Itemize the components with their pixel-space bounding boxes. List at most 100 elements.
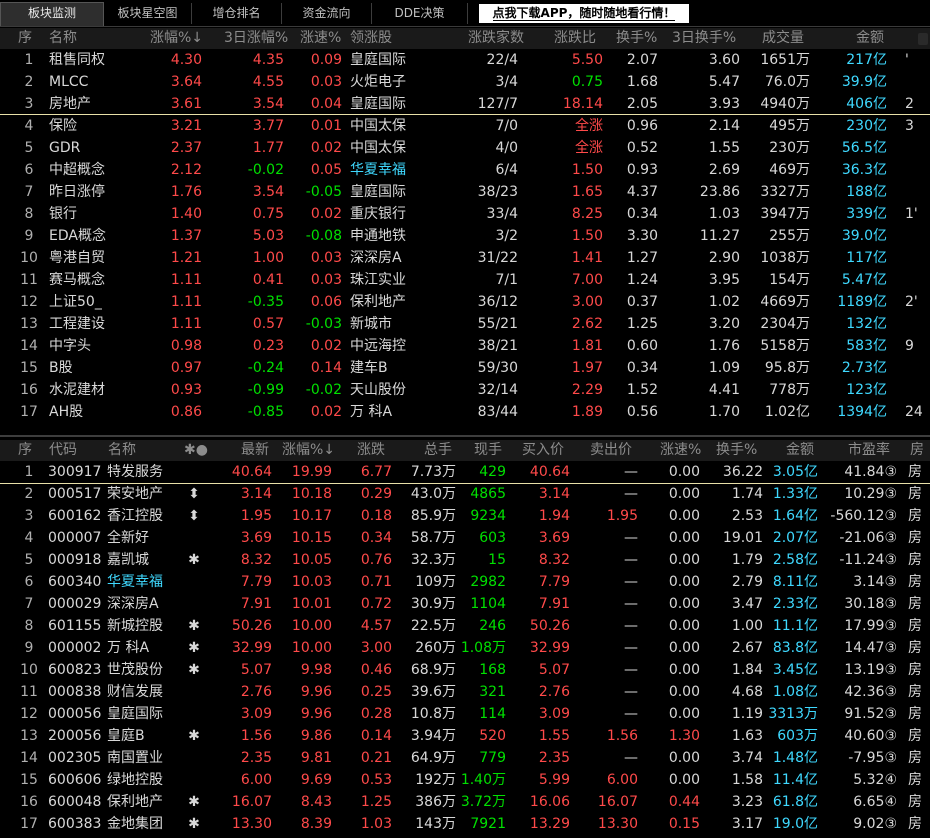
tab-fund-flow[interactable]: 资金流向 [282,3,372,24]
speed: -0.03 [305,316,342,332]
3day-change: 1.77 [252,140,284,156]
col-total-volume[interactable]: 总手 [424,440,452,461]
pe-ratio: -11.24③ [839,552,897,568]
col-speed[interactable]: 涨速% [300,28,341,49]
3day-change: 1.00 [252,250,284,266]
col-3day-turnover[interactable]: 3日换手% [672,28,736,49]
download-app-link[interactable]: 点我下载APP，随时随地看行情！ [479,4,689,23]
stock-row[interactable]: 6 600340 华夏幸福 7.79 10.03 0.71 109万 2982 7.79 — 0.0… [0,571,930,593]
col-change-pct[interactable]: 涨幅%↓ [150,28,203,49]
sector-row[interactable]: 14 中字头 0.98 0.23 0.02 中远海控 38/21 1.81 0.60 1.76 51… [0,335,930,357]
sector-row[interactable]: 3 房地产 3.61 3.54 0.04 皇庭国际 127/7 18.14 2.05 3.93 49… [0,93,930,115]
3day-change: 0.41 [252,272,284,288]
col-bid[interactable]: 买入价 [522,440,564,461]
change-pct: 0.86 [170,404,202,420]
sector-row[interactable]: 2 MLCC 3.64 4.55 0.03 火炬电子 3/4 0.75 1.68 5.47 76.0… [0,71,930,93]
sector-row[interactable]: 10 粤港自贸 1.21 1.00 0.03 深深房A 31/22 1.41 1.27 2.90 1… [0,247,930,269]
stock-row[interactable]: 5 000918 嘉凯城 ✱ 8.32 10.05 0.76 32.3万 15 8.32 — 0.00… [0,549,930,571]
sector-row[interactable]: 4 保险 3.21 3.77 0.01 中国太保 7/0 全涨 0.96 2.14 495万 230亿… [0,115,930,137]
col-amount[interactable]: 金额 [856,28,884,49]
pane-divider[interactable] [0,435,930,437]
col-speed[interactable]: 涨速% [660,440,701,461]
sector-row[interactable]: 7 昨日涨停 1.76 3.54 -0.05 皇庭国际 38/23 1.65 4.37 23.86… [0,181,930,203]
change-pct: 3.61 [170,96,202,112]
col-turnover[interactable]: 换手% [716,440,757,461]
tab-dde-decision[interactable]: DDE决策 [372,3,468,24]
stock-code: 000838 [48,684,102,700]
tab-sector-monitor[interactable]: 板块监测 [0,2,104,26]
col-change-pct[interactable]: 涨幅%↓ [282,440,335,461]
stock-row[interactable]: 15 600606 绿地控股 6.00 9.69 0.53 192万 1.40万 5.99 6.0… [0,769,930,791]
row-index: 15 [20,772,38,788]
ask-price: 13.30 [597,816,638,832]
col-index[interactable]: 序 [18,28,32,49]
stock-row[interactable]: 7 000029 深深房A 7.91 10.01 0.72 30.9万 1104 7.91 — 0.… [0,593,930,615]
col-marker[interactable]: ✱● [184,440,208,461]
stock-row[interactable]: 2 000517 荣安地产 ⬍ 3.14 10.18 0.29 43.0万 4865 3.14 — 0… [0,483,930,505]
col-volume[interactable]: 成交量 [762,28,804,49]
col-up-down-count[interactable]: 涨跌家数 [468,28,524,49]
speed: 0.00 [668,596,700,612]
col-name[interactable]: 名称 [108,440,136,461]
sector-row[interactable]: 17 AH股 0.86 -0.85 0.02 万 科A 83/44 1.89 0.56 1.70 1… [0,401,930,423]
col-3day-change[interactable]: 3日涨幅% [224,28,288,49]
col-sector[interactable]: 房 [910,440,924,461]
total-volume: 3.94万 [410,728,456,744]
stock-row[interactable]: 4 000007 全新好 3.69 10.15 0.34 58.7万 603 3.69 — 0.00… [0,527,930,549]
col-leading-stock[interactable]: 领涨股 [350,28,392,49]
amount: 5.47亿 [841,272,887,288]
col-turnover[interactable]: 换手% [616,28,657,49]
col-code[interactable]: 代码 [49,440,77,461]
current-volume: 3.72万 [460,794,506,810]
amount: 39.9亿 [841,74,887,90]
3day-turnover: 3.95 [708,272,740,288]
row-index: 9 [24,640,34,656]
3day-change: -0.99 [247,382,284,398]
bid-price: 3.69 [538,530,570,546]
leading-stock: 火炬电子 [350,74,406,90]
stock-code: 000029 [48,596,102,612]
volume: 154万 [769,272,810,288]
stock-row[interactable]: 14 002305 南国置业 2.35 9.81 0.21 64.9万 779 2.35 — 0.0… [0,747,930,769]
stock-row[interactable]: 9 000002 万 科A ✱ 32.99 10.00 3.00 260万 1.08万 32.99… [0,637,930,659]
up-down-ratio: 18.14 [562,96,603,112]
tab-position-ranking[interactable]: 增仓排名 [192,3,282,24]
col-change[interactable]: 涨跌 [357,440,385,461]
col-name[interactable]: 名称 [49,28,77,49]
col-index[interactable]: 序 [18,440,32,461]
col-current-volume[interactable]: 现手 [474,440,502,461]
stock-row[interactable]: 1 300917 特发服务 40.64 19.99 6.77 7.73万 429 40.64 — 0… [0,461,930,483]
up-down-count: 55/21 [477,316,518,332]
sector-row[interactable]: 5 GDR 2.37 1.77 0.02 中国太保 4/0 全涨 0.52 1.55 230万 56.… [0,137,930,159]
stock-row[interactable]: 17 600383 金地集团 ✱ 13.30 8.39 1.03 143万 7921 13.29 1… [0,813,930,835]
total-volume: 58.7万 [410,530,456,546]
speed: 0.00 [668,684,700,700]
stock-row[interactable]: 12 000056 皇庭国际 3.09 9.96 0.28 10.8万 114 3.09 — 0.0… [0,703,930,725]
stock-row[interactable]: 3 600162 香江控股 ⬍ 1.95 10.17 0.18 85.9万 9234 1.94 1.… [0,505,930,527]
sector-row[interactable]: 6 中超概念 2.12 -0.02 0.05 华夏幸福 6/4 1.50 0.93 2.69 469… [0,159,930,181]
stock-row[interactable]: 13 200056 皇庭B ✱ 1.56 9.86 0.14 3.94万 520 1.55 1.56… [0,725,930,747]
upper-scrollbar-thumb[interactable] [918,33,928,45]
sector-row[interactable]: 8 银行 1.40 0.75 0.02 重庆银行 33/4 8.25 0.34 1.03 3947万… [0,203,930,225]
tab-sector-starmap[interactable]: 板块星空图 [104,3,192,24]
sector-row[interactable]: 11 赛马概念 1.11 0.41 0.03 珠江实业 7/1 7.00 1.24 3.95 154… [0,269,930,291]
col-ask[interactable]: 卖出价 [590,440,632,461]
up-down-ratio: 1.65 [571,184,603,200]
sector-row[interactable]: 1 租售同权 4.30 4.35 0.09 皇庭国际 22/4 5.50 2.07 3.60 165… [0,49,930,71]
col-up-down-ratio[interactable]: 涨跌比 [554,28,596,49]
sector-row[interactable]: 12 上证50_ 1.11 -0.35 0.06 保利地产 36/12 3.00 0.37 1.0… [0,291,930,313]
speed: 0.01 [310,118,342,134]
stock-row[interactable]: 16 600048 保利地产 ✱ 16.07 8.43 1.25 386万 3.72万 16.06… [0,791,930,813]
stock-row[interactable]: 11 000838 财信发展 2.76 9.96 0.25 39.6万 321 2.76 — 0.0… [0,681,930,703]
col-last-price[interactable]: 最新 [241,440,269,461]
row-index: 3 [24,508,34,524]
stock-row[interactable]: 10 600823 世茂股份 ✱ 5.07 9.98 0.46 68.9万 168 5.07 — 0.… [0,659,930,681]
sector-row[interactable]: 13 工程建设 1.11 0.57 -0.03 新城市 55/21 2.62 1.25 3.20 2… [0,313,930,335]
col-pe[interactable]: 市盈率 [848,440,890,461]
sector-row[interactable]: 15 B股 0.97 -0.24 0.14 建车B 59/30 1.97 0.34 1.09 95.… [0,357,930,379]
col-amount[interactable]: 金额 [786,440,814,461]
sector-row[interactable]: 16 水泥建材 0.93 -0.99 -0.02 天山股份 32/14 2.29 1.52 4.4… [0,379,930,401]
sector-row[interactable]: 9 EDA概念 1.37 5.03 -0.08 申通地铁 3/2 1.50 3.30 11.27 2… [0,225,930,247]
current-volume: 4865 [470,486,506,502]
stock-row[interactable]: 8 601155 新城控股 ✱ 50.26 10.00 4.57 22.5万 246 50.26 —… [0,615,930,637]
